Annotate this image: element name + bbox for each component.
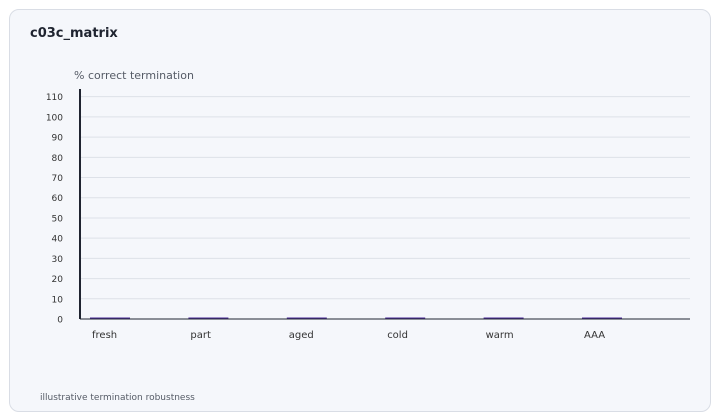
y-tick-label: 90 — [52, 134, 64, 144]
y-tick-label: 100 — [46, 113, 63, 123]
x-tick-labels: fresh part aged cold warm AAA — [92, 330, 605, 341]
x-tick-label: fresh — [92, 330, 117, 341]
x-tick-label: part — [190, 330, 211, 341]
y-tick-labels: 0 10 20 30 40 50 60 70 80 90 100 110 — [46, 93, 63, 325]
bar-chart: 0 10 20 30 40 50 60 70 80 90 100 110 fresh part aged c… — [46, 69, 690, 341]
y-tick-label: 80 — [52, 154, 64, 164]
y-axis-label: % correct termination — [74, 69, 194, 82]
x-tick-label: cold — [387, 330, 408, 341]
y-tick-label: 30 — [52, 255, 64, 265]
y-tick-label: 40 — [52, 235, 64, 245]
y-tick-label: 50 — [52, 214, 64, 224]
y-tick-label: 70 — [52, 174, 64, 184]
x-tick-label: aged — [289, 330, 314, 341]
y-tick-label: 60 — [52, 194, 64, 204]
y-tick-label: 110 — [46, 93, 63, 103]
chart-footnote: illustrative termination robustness — [40, 393, 195, 403]
y-tick-label: 0 — [57, 316, 63, 326]
gridlines — [80, 96, 690, 300]
y-tick-label: 10 — [52, 295, 64, 305]
x-tick-label: AAA — [584, 330, 605, 341]
y-tick-label: 20 — [52, 275, 64, 285]
x-tick-label: warm — [486, 330, 514, 341]
